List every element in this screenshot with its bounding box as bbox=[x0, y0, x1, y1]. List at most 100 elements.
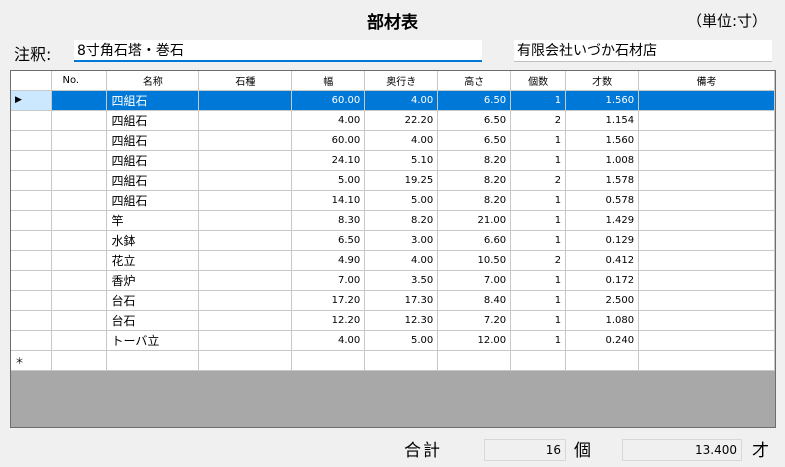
table-row[interactable]: 四組石 60.00 4.00 6.50 1 1.560 bbox=[11, 130, 775, 151]
cell-stone[interactable] bbox=[198, 110, 293, 131]
cell-name[interactable]: 竿 bbox=[106, 210, 200, 231]
table-row[interactable]: 水鉢 6.50 3.00 6.60 1 0.129 bbox=[11, 230, 775, 251]
cell-stone[interactable] bbox=[198, 190, 293, 211]
cell-qty[interactable]: 1 bbox=[510, 150, 567, 171]
cell-remarks[interactable] bbox=[638, 190, 775, 211]
cell-height[interactable]: 8.20 bbox=[437, 170, 512, 191]
cell-stone[interactable] bbox=[198, 270, 293, 291]
cell-qty[interactable]: 1 bbox=[510, 190, 567, 211]
cell-name[interactable]: 四組石 bbox=[106, 170, 200, 191]
cell-remarks[interactable] bbox=[638, 250, 775, 271]
row-header[interactable] bbox=[11, 310, 53, 331]
cell-stone[interactable] bbox=[198, 330, 293, 351]
table-row[interactable]: 台石 12.20 12.30 7.20 1 1.080 bbox=[11, 310, 775, 331]
cell-name[interactable]: トーバ立 bbox=[106, 330, 200, 351]
column-header-stone[interactable]: 石種 bbox=[198, 71, 293, 91]
cell-remarks[interactable] bbox=[638, 270, 775, 291]
cell-volume[interactable]: 1.560 bbox=[565, 90, 640, 111]
cell-remarks[interactable] bbox=[638, 130, 775, 151]
cell-volume[interactable]: 2.500 bbox=[565, 290, 640, 311]
row-header[interactable] bbox=[11, 270, 53, 291]
table-row[interactable]: 四組石 24.10 5.10 8.20 1 1.008 bbox=[11, 150, 775, 171]
cell-depth[interactable]: 22.20 bbox=[364, 110, 439, 131]
cell-height[interactable]: 6.50 bbox=[437, 90, 512, 111]
row-header[interactable] bbox=[11, 230, 53, 251]
cell-depth[interactable]: 12.30 bbox=[364, 310, 439, 331]
parts-grid[interactable]: No. 名称 石種 幅 奥行き 高さ 個数 才数 備考 ▶ 四組石 60.00 4.0… bbox=[10, 70, 776, 428]
cell-remarks[interactable] bbox=[638, 170, 775, 191]
table-row[interactable]: トーバ立 4.00 5.00 12.00 1 0.240 bbox=[11, 330, 775, 351]
column-header-no[interactable]: No. bbox=[51, 71, 108, 91]
cell-no[interactable] bbox=[51, 250, 108, 271]
table-row[interactable]: ▶ 四組石 60.00 4.00 6.50 1 1.560 bbox=[11, 90, 775, 111]
row-header[interactable] bbox=[11, 170, 53, 191]
cell-volume[interactable]: 0.129 bbox=[565, 230, 640, 251]
cell-name[interactable]: 香炉 bbox=[106, 270, 200, 291]
new-row-cell[interactable] bbox=[638, 350, 775, 371]
cell-qty[interactable]: 2 bbox=[510, 250, 567, 271]
cell-volume[interactable]: 1.560 bbox=[565, 130, 640, 151]
table-row[interactable]: 四組石 4.00 22.20 6.50 2 1.154 bbox=[11, 110, 775, 131]
cell-depth[interactable]: 17.30 bbox=[364, 290, 439, 311]
cell-name[interactable]: 四組石 bbox=[106, 190, 200, 211]
note-field[interactable]: 8寸角石塔・巻石 bbox=[74, 40, 482, 62]
cell-no[interactable] bbox=[51, 130, 108, 151]
cell-width[interactable]: 14.10 bbox=[291, 190, 366, 211]
cell-remarks[interactable] bbox=[638, 230, 775, 251]
new-row-cell[interactable] bbox=[291, 350, 366, 371]
cell-volume[interactable]: 1.429 bbox=[565, 210, 640, 231]
cell-volume[interactable]: 1.080 bbox=[565, 310, 640, 331]
cell-name[interactable]: 水鉢 bbox=[106, 230, 200, 251]
cell-height[interactable]: 10.50 bbox=[437, 250, 512, 271]
cell-height[interactable]: 8.40 bbox=[437, 290, 512, 311]
row-header[interactable] bbox=[11, 150, 53, 171]
cell-stone[interactable] bbox=[198, 130, 293, 151]
cell-volume[interactable]: 1.008 bbox=[565, 150, 640, 171]
column-header-depth[interactable]: 奥行き bbox=[364, 71, 439, 91]
table-row[interactable]: 竿 8.30 8.20 21.00 1 1.429 bbox=[11, 210, 775, 231]
cell-width[interactable]: 60.00 bbox=[291, 130, 366, 151]
company-field[interactable]: 有限会社いづか石材店 bbox=[514, 40, 772, 62]
cell-no[interactable] bbox=[51, 190, 108, 211]
new-row-cell[interactable] bbox=[437, 350, 512, 371]
cell-qty[interactable]: 1 bbox=[510, 210, 567, 231]
column-header-remarks[interactable]: 備考 bbox=[638, 71, 775, 91]
cell-depth[interactable]: 5.00 bbox=[364, 190, 439, 211]
row-header[interactable]: ▶ bbox=[11, 90, 53, 111]
new-row-cell[interactable] bbox=[51, 350, 108, 371]
new-row[interactable]: ＊ bbox=[11, 350, 775, 371]
cell-height[interactable]: 12.00 bbox=[437, 330, 512, 351]
cell-width[interactable]: 12.20 bbox=[291, 310, 366, 331]
cell-width[interactable]: 4.90 bbox=[291, 250, 366, 271]
row-header[interactable] bbox=[11, 110, 53, 131]
cell-volume[interactable]: 1.578 bbox=[565, 170, 640, 191]
cell-qty[interactable]: 1 bbox=[510, 270, 567, 291]
cell-stone[interactable] bbox=[198, 230, 293, 251]
cell-height[interactable]: 6.60 bbox=[437, 230, 512, 251]
cell-volume[interactable]: 0.172 bbox=[565, 270, 640, 291]
new-row-cell[interactable] bbox=[510, 350, 567, 371]
cell-no[interactable] bbox=[51, 330, 108, 351]
cell-width[interactable]: 6.50 bbox=[291, 230, 366, 251]
row-header[interactable] bbox=[11, 290, 53, 311]
cell-remarks[interactable] bbox=[638, 310, 775, 331]
cell-name[interactable]: 台石 bbox=[106, 290, 200, 311]
cell-name[interactable]: 四組石 bbox=[106, 150, 200, 171]
cell-name[interactable]: 四組石 bbox=[106, 130, 200, 151]
cell-height[interactable]: 6.50 bbox=[437, 130, 512, 151]
cell-remarks[interactable] bbox=[638, 210, 775, 231]
cell-qty[interactable]: 1 bbox=[510, 290, 567, 311]
cell-height[interactable]: 6.50 bbox=[437, 110, 512, 131]
cell-depth[interactable]: 8.20 bbox=[364, 210, 439, 231]
cell-depth[interactable]: 5.00 bbox=[364, 330, 439, 351]
cell-depth[interactable]: 3.50 bbox=[364, 270, 439, 291]
column-header-height[interactable]: 高さ bbox=[437, 71, 512, 91]
cell-qty[interactable]: 1 bbox=[510, 330, 567, 351]
column-header-volume[interactable]: 才数 bbox=[565, 71, 640, 91]
row-header[interactable] bbox=[11, 130, 53, 151]
cell-depth[interactable]: 5.10 bbox=[364, 150, 439, 171]
cell-stone[interactable] bbox=[198, 150, 293, 171]
cell-no[interactable] bbox=[51, 110, 108, 131]
cell-name[interactable]: 花立 bbox=[106, 250, 200, 271]
row-header[interactable] bbox=[11, 330, 53, 351]
